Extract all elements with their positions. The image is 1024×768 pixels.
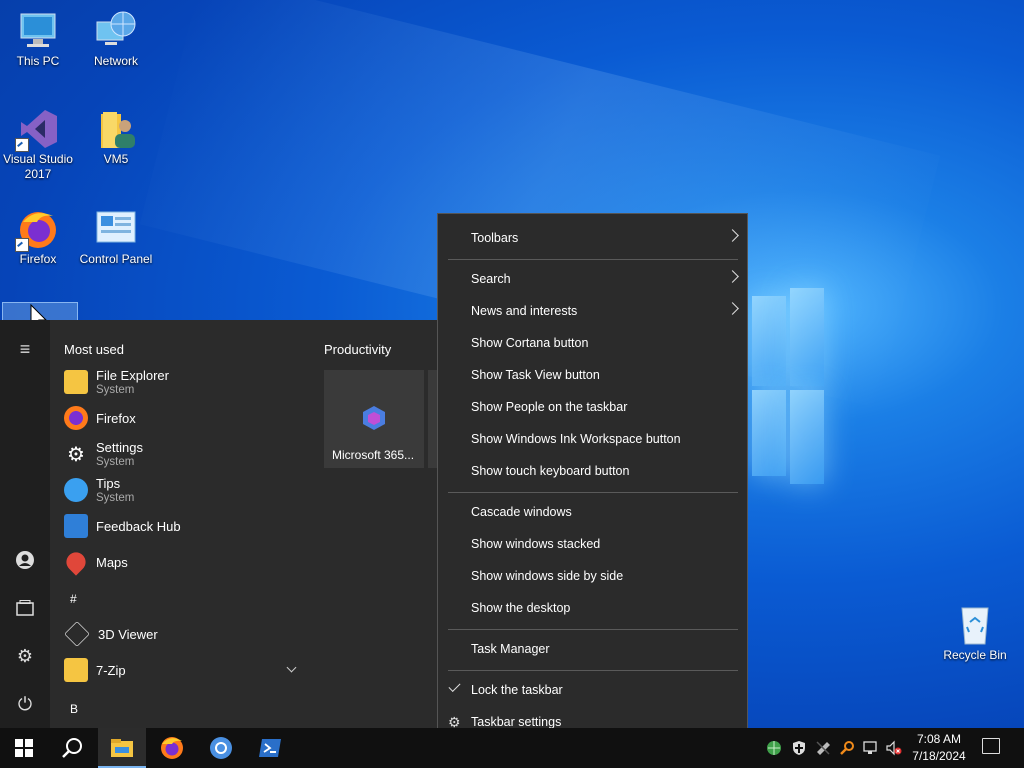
- start-menu-rail: ≡ ⚙ ⏻: [0, 320, 50, 728]
- desktop-icon-label: Control Panel: [79, 252, 153, 266]
- firefox-icon: [161, 737, 183, 759]
- menu-item-show-touch-keyboard[interactable]: Show touch keyboard button: [438, 456, 747, 486]
- firefox-icon: [15, 206, 61, 252]
- visual-studio-icon: [15, 106, 61, 152]
- clock-time: 7:08 AM: [916, 732, 962, 746]
- network-status-icon[interactable]: [766, 740, 782, 756]
- user-folder-icon: [93, 106, 139, 152]
- menu-item-cascade-windows[interactable]: Cascade windows: [438, 497, 747, 527]
- taskbar-file-explorer[interactable]: [98, 728, 146, 768]
- desktop-icon-this-pc[interactable]: This PC: [0, 8, 76, 69]
- desktop-icon-recycle-bin[interactable]: Recycle Bin: [937, 602, 1013, 663]
- search-button[interactable]: [48, 728, 96, 768]
- shortcut-arrow-icon: [15, 138, 29, 152]
- taskbar-powershell[interactable]: [246, 728, 294, 768]
- lightbulb-icon: [64, 478, 88, 502]
- menu-item-show-ink-workspace[interactable]: Show Windows Ink Workspace button: [438, 424, 747, 454]
- chrome-icon: [210, 737, 232, 759]
- security-shield-icon[interactable]: [791, 740, 807, 756]
- menu-item-show-desktop[interactable]: Show the desktop: [438, 593, 747, 623]
- menu-item-news-and-interests[interactable]: News and interests: [438, 296, 747, 326]
- menu-item-show-cortana[interactable]: Show Cortana button: [438, 328, 747, 358]
- app-firefox[interactable]: Firefox: [64, 402, 136, 434]
- shortcut-arrow-icon: [15, 238, 29, 252]
- system-clock[interactable]: 7:08 AM 7/18/2024: [900, 731, 978, 765]
- most-used-header: Most used: [64, 342, 124, 357]
- desktop-icon-network[interactable]: Network: [78, 8, 154, 69]
- file-explorer-icon: [64, 370, 88, 394]
- tile-microsoft-365[interactable]: Microsoft 365...: [324, 370, 424, 468]
- app-feedback-hub[interactable]: Feedback Hub: [64, 510, 181, 542]
- map-pin-icon: [62, 548, 90, 576]
- desktop-icon-control-panel[interactable]: Control Panel: [78, 206, 154, 267]
- app-7-zip[interactable]: 7-Zip: [64, 654, 126, 686]
- menu-item-search[interactable]: Search: [438, 264, 747, 294]
- menu-separator: [448, 259, 738, 260]
- taskbar: 7:08 AM 7/18/2024: [0, 728, 1024, 768]
- productivity-header: Productivity: [324, 342, 392, 357]
- checkmark-icon: [448, 679, 461, 693]
- firefox-icon: [64, 406, 88, 430]
- start-button[interactable]: [0, 728, 48, 768]
- app-maps[interactable]: Maps: [62, 546, 128, 578]
- folder-icon: [64, 658, 88, 682]
- menu-separator: [448, 492, 738, 493]
- menu-item-lock-taskbar[interactable]: Lock the taskbar: [438, 675, 747, 705]
- desktop-icon-visual-studio[interactable]: Visual Studio 2017: [0, 106, 76, 182]
- chevron-down-icon[interactable]: [286, 662, 297, 673]
- usb-device-icon[interactable]: [815, 740, 831, 756]
- settings-gear-icon: ⚙: [67, 443, 85, 466]
- app-3d-viewer[interactable]: 3D Viewer: [64, 618, 158, 650]
- chevron-right-icon: [726, 270, 739, 283]
- desktop-icon-label: VM5: [103, 152, 129, 166]
- user-account-icon[interactable]: [13, 548, 37, 572]
- app-settings[interactable]: ⚙ Settings System: [64, 438, 143, 470]
- desktop-icon-label: Recycle Bin: [943, 648, 1007, 662]
- app-tips[interactable]: Tips System: [64, 474, 134, 506]
- network-wired-icon[interactable]: [863, 740, 879, 756]
- feedback-hub-icon: [64, 514, 88, 538]
- desktop-icon-firefox[interactable]: Firefox: [0, 206, 76, 267]
- taskbar-chrome[interactable]: [197, 728, 245, 768]
- menu-item-side-by-side[interactable]: Show windows side by side: [438, 561, 747, 591]
- clock-date: 7/18/2024: [912, 749, 966, 763]
- desktop-icon-vm5[interactable]: VM5: [78, 106, 154, 167]
- key-icon[interactable]: [839, 740, 855, 756]
- search-icon: [62, 738, 82, 758]
- power-icon[interactable]: ⏻: [13, 692, 37, 716]
- menu-item-task-manager[interactable]: Task Manager: [438, 634, 747, 664]
- windows-wallpaper-logo: [752, 288, 824, 484]
- menu-separator: [448, 670, 738, 671]
- documents-icon[interactable]: [13, 596, 37, 620]
- desktop-icon-label: Visual Studio 2017: [3, 152, 73, 181]
- start-menu: ≡ ⚙ ⏻ Most used File Explorer System Fire…: [0, 320, 438, 728]
- microsoft-365-icon: [363, 406, 385, 430]
- recycle-bin-icon: [952, 602, 998, 648]
- desktop-icon-label: Firefox: [19, 252, 57, 266]
- desktop-icon-label: This PC: [16, 54, 60, 68]
- chevron-right-icon: [726, 302, 739, 315]
- app-file-explorer[interactable]: File Explorer System: [64, 366, 169, 398]
- settings-gear-icon[interactable]: ⚙: [13, 644, 37, 668]
- taskbar-firefox[interactable]: [148, 728, 196, 768]
- hamburger-menu-icon[interactable]: ≡: [13, 337, 37, 361]
- file-explorer-icon: [111, 739, 133, 757]
- computer-icon: [15, 8, 61, 54]
- control-panel-icon: [93, 206, 139, 252]
- menu-item-show-task-view[interactable]: Show Task View button: [438, 360, 747, 390]
- desktop-icon-label: Network: [93, 54, 138, 68]
- windows-logo-icon: [15, 739, 33, 757]
- menu-separator: [448, 629, 738, 630]
- letter-header-b[interactable]: B: [70, 702, 78, 716]
- chevron-right-icon: [726, 229, 739, 242]
- powershell-icon: [259, 739, 281, 757]
- letter-header-hash[interactable]: #: [70, 592, 77, 606]
- notification-center-icon[interactable]: [982, 738, 1000, 754]
- network-icon: [93, 8, 139, 54]
- menu-item-windows-stacked[interactable]: Show windows stacked: [438, 529, 747, 559]
- taskbar-context-menu: Toolbars Search News and interests Show …: [437, 213, 748, 746]
- cube-icon: [64, 621, 90, 647]
- menu-item-toolbars[interactable]: Toolbars: [438, 223, 747, 253]
- menu-item-show-people[interactable]: Show People on the taskbar: [438, 392, 747, 422]
